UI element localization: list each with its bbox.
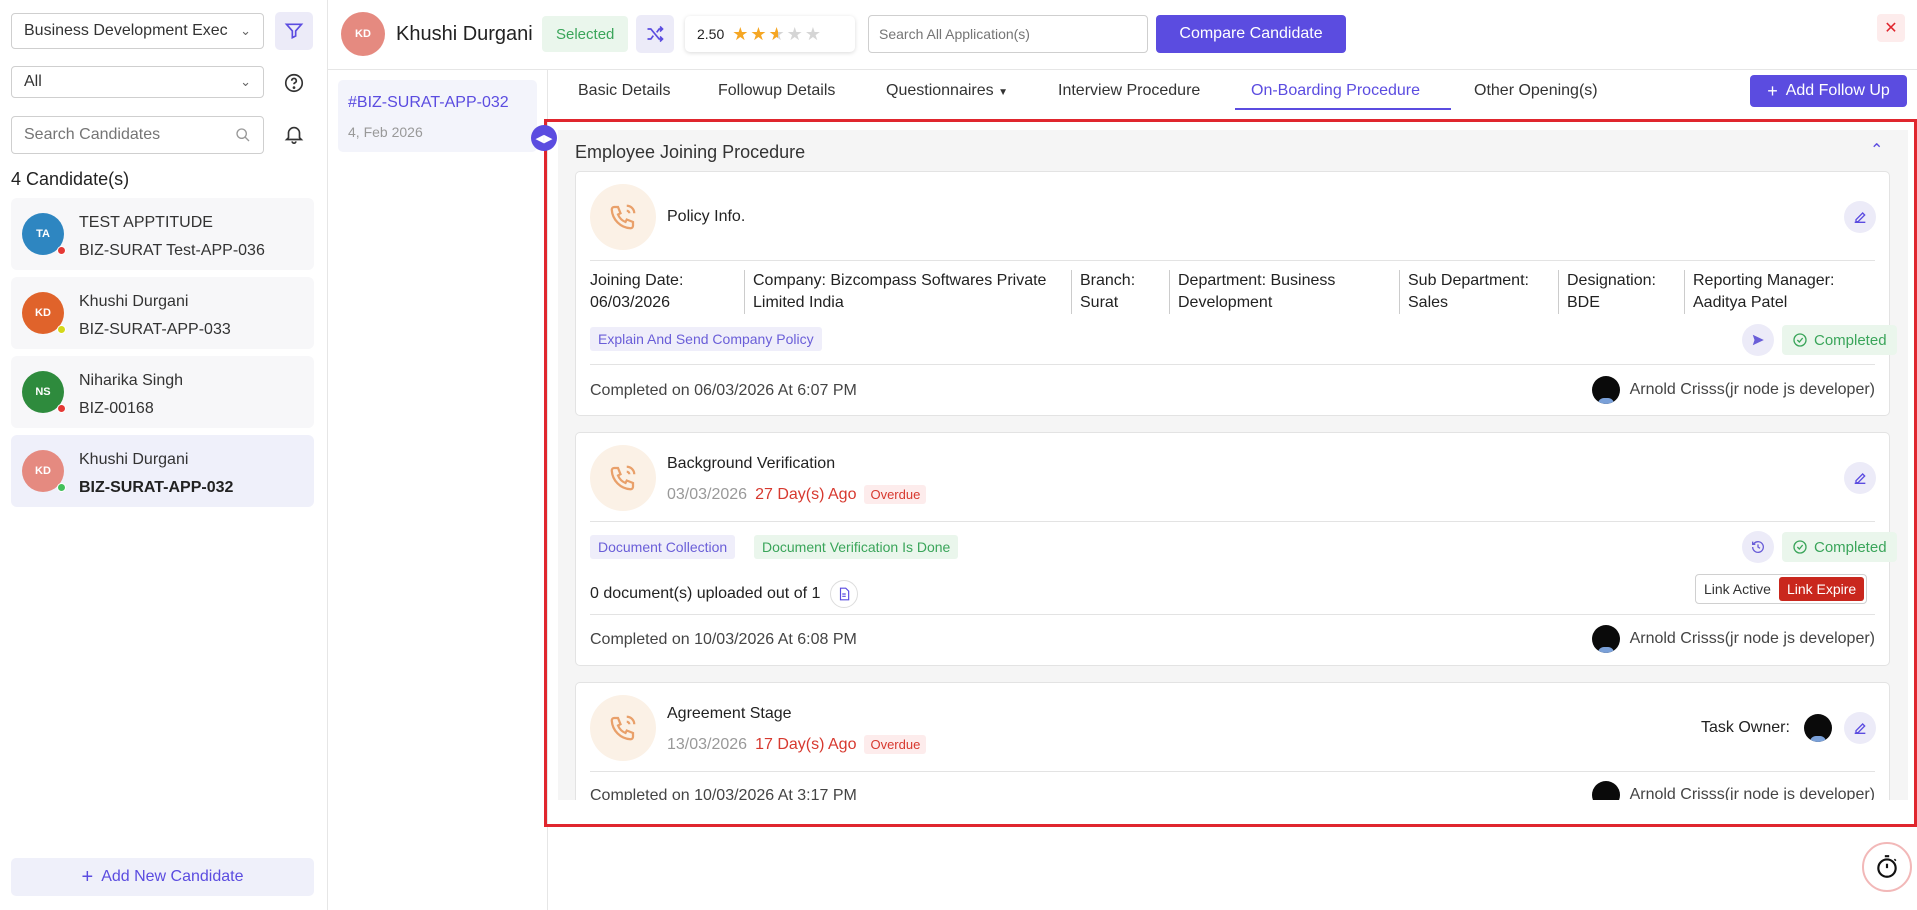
filter-button[interactable] <box>275 12 313 50</box>
candidate-code: BIZ-SURAT Test-APP-036 <box>79 242 265 259</box>
bell-icon <box>284 126 304 144</box>
candidate-search[interactable] <box>11 116 264 154</box>
candidate-code: BIZ-SURAT-APP-032 <box>79 479 234 496</box>
collapse-toggle-button[interactable]: ◀▶ <box>531 125 557 151</box>
detail-tabs: Basic Details Followup Details Questionn… <box>548 70 1917 112</box>
notification-button[interactable] <box>275 115 313 153</box>
rating-value: 2.50 <box>697 26 725 42</box>
star-icon[interactable]: ★ <box>732 24 750 44</box>
filter-icon <box>284 23 304 40</box>
candidate-count: 4 Candidate(s) <box>11 169 130 189</box>
candidate-list-item[interactable]: TA TEST APPTITUDE BIZ-SURAT Test-APP-036 <box>11 198 314 270</box>
candidate-list-item[interactable]: KD Khushi Durgani BIZ-SURAT-APP-033 <box>11 277 314 349</box>
shuffle-icon <box>647 25 664 43</box>
close-button[interactable]: ✕ <box>1877 14 1905 42</box>
star-icon[interactable]: ★ <box>787 24 805 44</box>
highlight-frame <box>544 119 1917 827</box>
add-candidate-label: Add New Candidate <box>101 868 244 885</box>
candidate-list-item[interactable]: NS Niharika Singh BIZ-00168 <box>11 356 314 428</box>
help-icon <box>284 73 304 93</box>
tab-interview-procedure[interactable]: Interview Procedure <box>1058 82 1200 100</box>
status-dot <box>57 325 66 334</box>
candidate-header: KD Khushi Durgani Selected 2.50 ★★★★★ Co… <box>328 0 1917 70</box>
tab-questionnaires-label: Questionnaires <box>886 82 994 99</box>
candidate-list-item[interactable]: KD Khushi Durgani BIZ-SURAT-APP-032 <box>11 435 314 507</box>
stopwatch-icon <box>1877 855 1897 878</box>
status-select-value: All <box>24 73 42 90</box>
app-root: Business Development Exec ⌄ All ⌄ 4 Cand… <box>0 0 1917 910</box>
candidate-code: BIZ-SURAT-APP-033 <box>79 321 231 338</box>
application-code: #BIZ-SURAT-APP-032 <box>348 94 509 111</box>
status-dot <box>57 246 66 255</box>
candidate-code: BIZ-00168 <box>79 400 154 417</box>
status-select[interactable]: All ⌄ <box>11 66 264 98</box>
close-icon: ✕ <box>1884 20 1898 37</box>
candidate-name: Niharika Singh <box>79 372 184 389</box>
rating-stars: ★★★★★ <box>732 24 823 45</box>
candidate-sidebar: Business Development Exec ⌄ All ⌄ 4 Cand… <box>0 0 328 910</box>
tab-followup-details[interactable]: Followup Details <box>718 82 835 100</box>
star-icon[interactable]: ★ <box>805 24 823 44</box>
compare-candidate-button[interactable]: Compare Candidate <box>1156 15 1346 53</box>
job-select[interactable]: Business Development Exec ⌄ <box>11 13 264 49</box>
status-badge[interactable]: Selected <box>542 16 629 52</box>
chevron-down-icon: ⌄ <box>240 23 251 38</box>
active-tab-underline <box>1235 108 1451 110</box>
search-applications-input[interactable] <box>879 26 1134 42</box>
status-dot <box>57 483 66 492</box>
plus-icon: + <box>1767 80 1778 101</box>
tab-basic-details[interactable]: Basic Details <box>578 82 670 100</box>
candidate-name: Khushi Durgani <box>79 451 189 468</box>
application-column: #BIZ-SURAT-APP-032 4, Feb 2026 <box>328 70 548 910</box>
star-icon[interactable]: ★ <box>750 24 768 44</box>
application-card[interactable]: #BIZ-SURAT-APP-032 4, Feb 2026 <box>338 80 537 152</box>
add-new-candidate-button[interactable]: + Add New Candidate <box>11 858 314 896</box>
avatar: KD <box>341 12 385 56</box>
timer-button[interactable] <box>1862 842 1912 892</box>
job-select-value: Business Development Exec <box>24 22 228 39</box>
application-search[interactable] <box>868 15 1148 53</box>
tab-onboarding-procedure[interactable]: On-Boarding Procedure <box>1251 82 1420 100</box>
star-icon[interactable]: ★ <box>769 24 787 44</box>
shuffle-button[interactable] <box>636 15 674 53</box>
plus-icon: + <box>81 865 94 888</box>
rating-widget[interactable]: 2.50 ★★★★★ <box>685 16 855 52</box>
search-candidates-input[interactable] <box>24 126 224 144</box>
help-button[interactable] <box>275 64 313 102</box>
candidate-name: Khushi Durgani <box>79 293 189 310</box>
collapse-icon: ◀▶ <box>535 132 553 145</box>
search-icon <box>236 128 250 142</box>
tab-other-openings[interactable]: Other Opening(s) <box>1474 82 1598 100</box>
caret-down-icon: ▼ <box>998 87 1008 98</box>
chevron-down-icon: ⌄ <box>240 74 251 89</box>
candidate-name: Khushi Durgani <box>396 23 533 45</box>
tab-questionnaires[interactable]: Questionnaires ▼ <box>886 82 1008 100</box>
application-date: 4, Feb 2026 <box>348 124 423 140</box>
candidate-name: TEST APPTITUDE <box>79 214 213 231</box>
add-follow-up-button[interactable]: + Add Follow Up <box>1750 75 1907 107</box>
add-follow-up-label: Add Follow Up <box>1785 82 1890 99</box>
status-dot <box>57 404 66 413</box>
